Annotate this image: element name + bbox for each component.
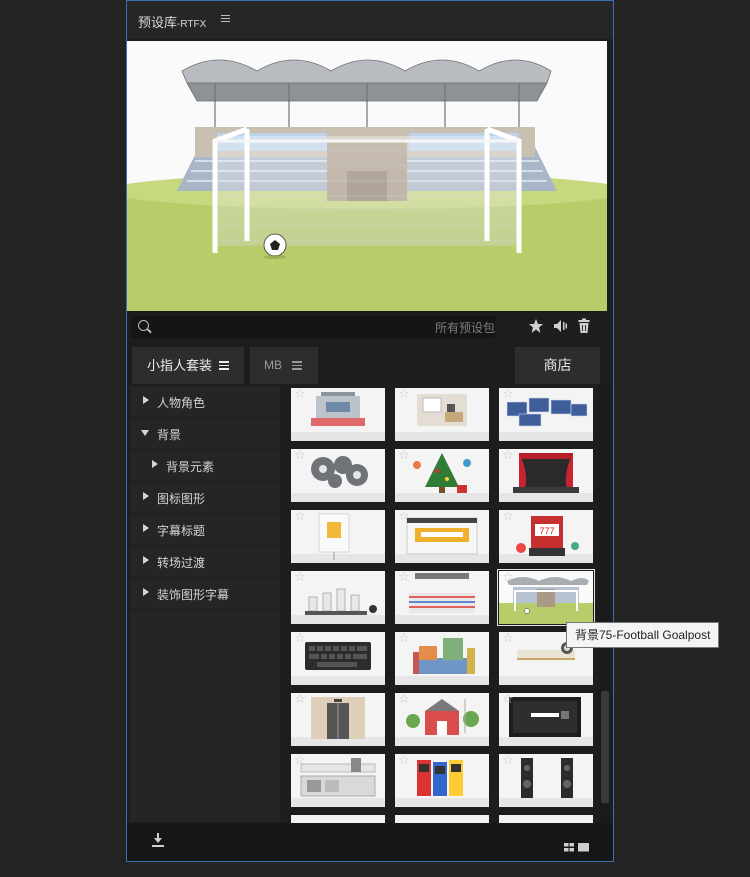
tab-menu-icon[interactable] (219, 361, 229, 370)
thumbnail-grid: ☆ ☆ ☆ ☆ ☆ ☆ ☆ ☆ 777 ☆ ☆ ☆ ☆ ☆ ☆ ☆ ☆ ☆ ☆ ☆ ☆ ☆ (289, 385, 599, 823)
collapse-arrow-icon[interactable] (141, 430, 149, 436)
thumbnail-partial[interactable] (291, 815, 385, 823)
panel-title-suffix: -RTFX (177, 19, 207, 30)
category-item-titles[interactable]: 字幕标题 (130, 514, 280, 546)
thumbnail-speakers[interactable]: ☆ (499, 754, 593, 807)
favorite-star-icon[interactable]: ☆ (294, 754, 306, 767)
category-label: 图标图形 (157, 492, 206, 506)
svg-text:777: 777 (539, 526, 554, 536)
thumbnail-wide-screen-tv[interactable]: ☆ (499, 693, 593, 746)
thumbnail-stage-curtain[interactable]: ☆ (499, 449, 593, 502)
favorite-star-icon[interactable]: ☆ (398, 571, 410, 584)
star-icon[interactable] (527, 318, 544, 335)
thumbnail-christmas-tree[interactable]: ☆ (395, 449, 489, 502)
thumbnail-bookshelf-city[interactable]: ☆ (395, 632, 489, 685)
preset-library-panel: 预设库-RTFX 所有预设包 小指人套装 MB 商店 人物角色 背景 背景元素 … (126, 0, 614, 862)
store-label: 商店 (543, 357, 572, 373)
favorite-star-icon[interactable]: ☆ (398, 693, 410, 706)
expand-arrow-icon[interactable] (152, 460, 158, 468)
thumbnail-slot-machine[interactable]: 777 ☆ (499, 510, 593, 563)
thumbnail-web-page-mockup[interactable]: ☆ (395, 510, 489, 563)
expand-arrow-icon[interactable] (143, 492, 149, 500)
favorite-star-icon[interactable]: ☆ (398, 754, 410, 767)
panel-title-main: 预设库 (138, 15, 178, 30)
expand-arrow-icon[interactable] (143, 556, 149, 564)
thumbnail-chess-pieces[interactable]: ☆ (291, 571, 385, 624)
category-label: 装饰图形字幕 (157, 588, 230, 602)
category-item-transitions[interactable]: 转场过渡 (130, 546, 280, 578)
search-input[interactable] (153, 316, 497, 340)
favorite-star-icon[interactable]: ☆ (398, 632, 410, 645)
store-button[interactable]: 商店 (515, 347, 600, 384)
expand-arrow-icon[interactable] (143, 524, 149, 532)
thumbnail-boxing-ring[interactable]: ☆ (395, 571, 489, 624)
thumbnail-solar-panels[interactable]: ☆ (499, 388, 593, 441)
favorite-star-icon[interactable]: ☆ (398, 388, 410, 401)
favorite-star-icon[interactable]: ☆ (398, 510, 410, 523)
tab-mb[interactable]: MB (250, 347, 318, 384)
category-label: 转场过渡 (157, 556, 206, 570)
tab-label: MB (264, 358, 282, 372)
favorite-star-icon[interactable]: ☆ (294, 571, 306, 584)
bottom-toolbar (127, 823, 613, 861)
expand-arrow-icon[interactable] (143, 396, 149, 404)
favorite-star-icon[interactable]: ☆ (294, 388, 306, 401)
thumbnail-gears[interactable]: ☆ (291, 449, 385, 502)
trash-icon[interactable] (575, 318, 592, 335)
favorite-star-icon[interactable]: ☆ (398, 449, 410, 462)
category-item-characters[interactable]: 人物角色 (130, 386, 280, 418)
category-label: 背景元素 (166, 460, 215, 474)
favorite-star-icon[interactable]: ☆ (502, 388, 514, 401)
category-item-decorative-titles[interactable]: 装饰图形字幕 (130, 578, 280, 610)
thumbnail-keyboard[interactable]: ☆ (291, 632, 385, 685)
favorite-star-icon[interactable]: ☆ (294, 632, 306, 645)
thumbnail-tooltip: 背景75-Football Goalpost (566, 622, 720, 648)
thumbnail-football-goalpost[interactable]: ☆ (497, 569, 595, 626)
favorite-star-icon[interactable]: ☆ (502, 632, 514, 645)
thumbnail-stadium-seats[interactable]: ☆ (291, 388, 385, 441)
panel-title: 预设库-RTFX (138, 12, 206, 31)
thumbnail-presentation-board[interactable]: ☆ (291, 510, 385, 563)
favorite-star-icon[interactable]: ☆ (502, 754, 514, 767)
thumbnail-partial[interactable] (395, 815, 489, 823)
category-label: 人物角色 (157, 396, 206, 410)
favorite-star-icon[interactable]: ☆ (294, 693, 306, 706)
large-view-icon[interactable] (578, 843, 589, 852)
thumbnail-arcade-machines[interactable]: ☆ (395, 754, 489, 807)
thumbnail-kitchen[interactable]: ☆ (291, 754, 385, 807)
scrollbar-thumb[interactable] (601, 691, 609, 803)
thumbnail-barn[interactable]: ☆ (395, 693, 489, 746)
thumbnail-office-desk[interactable]: ☆ (395, 388, 489, 441)
category-sidebar: 人物角色 背景 背景元素 图标图形 字幕标题 转场过渡 装饰图形字幕 (130, 386, 280, 822)
preview-image (127, 41, 607, 311)
tab-xiaozhiren[interactable]: 小指人套装 (132, 347, 244, 384)
search-bar (131, 316, 497, 340)
tab-label: 小指人套装 (147, 358, 213, 373)
grid-view-icon[interactable] (564, 843, 574, 852)
thumbnail-elevator[interactable]: ☆ (291, 693, 385, 746)
favorite-star-icon[interactable]: ☆ (502, 510, 514, 523)
download-icon[interactable] (152, 833, 164, 847)
favorite-star-icon[interactable]: ☆ (294, 449, 306, 462)
favorite-star-icon[interactable]: ☆ (502, 693, 514, 706)
category-label: 背景 (157, 428, 182, 442)
favorite-star-icon[interactable]: ☆ (502, 571, 514, 584)
category-item-backgrounds[interactable]: 背景 (130, 418, 280, 450)
favorite-star-icon[interactable]: ☆ (294, 510, 306, 523)
category-item-icons[interactable]: 图标图形 (130, 482, 280, 514)
expand-arrow-icon[interactable] (143, 588, 149, 596)
favorite-star-icon[interactable]: ☆ (502, 449, 514, 462)
view-toggle (564, 839, 590, 857)
thumbnail-partial[interactable] (499, 815, 593, 823)
tab-menu-icon[interactable] (292, 361, 302, 370)
category-label: 字幕标题 (157, 524, 206, 538)
stadium-goal-illustration (127, 41, 607, 311)
speaker-icon[interactable] (551, 318, 568, 335)
search-icon (138, 320, 149, 331)
panel-titlebar: 预设库-RTFX (127, 1, 613, 39)
panel-menu-icon[interactable] (221, 15, 230, 23)
category-item-background-elements[interactable]: 背景元素 (130, 450, 280, 482)
